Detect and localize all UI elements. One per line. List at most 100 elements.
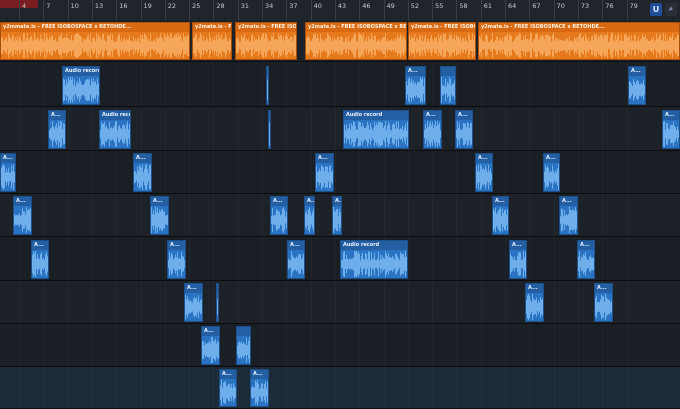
clip-label: A... — [458, 112, 468, 118]
audio-clip[interactable]: A... — [455, 110, 473, 149]
zoom-icon[interactable]: ⌕ — [665, 3, 677, 16]
audio-clip[interactable]: y2mate.is - F... — [192, 22, 232, 60]
audio-clip[interactable]: y2mate.is - FREE ISOBOSPACE... — [408, 22, 476, 60]
grid-line — [384, 367, 385, 408]
grid-line — [19, 238, 20, 280]
audio-clip[interactable]: A... — [594, 283, 613, 322]
snap-button[interactable]: U — [650, 3, 662, 16]
waveform — [305, 207, 314, 233]
grid-line — [238, 151, 239, 193]
timeline-ruler[interactable]: 4 7 10 13 16 19 22 25 28 31 34 37 40 43 46 49 52 55 58 61 64… — [0, 0, 680, 21]
clip-header[interactable] — [267, 67, 268, 76]
audio-clip[interactable]: A... — [492, 196, 509, 235]
clip-label: A... — [273, 198, 283, 204]
ruler-bar-number: 43 — [337, 2, 347, 10]
audio-clip[interactable]: A... — [133, 153, 152, 192]
audio-clip[interactable]: A... — [315, 153, 334, 192]
audio-clip[interactable]: A... — [150, 196, 169, 235]
ruler-bar-number: 76 — [605, 2, 614, 10]
audio-clip[interactable]: A... — [662, 110, 680, 149]
playlist-track-4[interactable]: A... A... A... A... A... — [0, 151, 680, 194]
audio-clip[interactable]: A... — [48, 110, 66, 149]
track-lane[interactable] — [0, 324, 680, 366]
track-lane[interactable] — [0, 367, 680, 408]
audio-clip[interactable]: Audio record — [62, 66, 100, 105]
playlist-track-2[interactable]: Audio record A... A... — [0, 64, 680, 107]
playlist-track-1[interactable]: y2mmate.is - FREE ISOBOSFACE x RETOHDE..… — [0, 20, 680, 62]
audio-clip[interactable] — [236, 326, 251, 365]
clip-header[interactable] — [269, 111, 270, 120]
waveform — [663, 121, 679, 147]
playlist-track-6[interactable]: A... A... A... Audio record A... A... — [0, 238, 680, 281]
audio-clip[interactable]: A... — [201, 326, 220, 365]
audio-clip[interactable]: Audio record — [343, 110, 409, 149]
playlist-track-5[interactable]: A... A... A... A... A... A... A... — [0, 194, 680, 237]
track-lane[interactable] — [0, 151, 680, 193]
audio-clip[interactable]: A... — [304, 196, 315, 235]
grid-line — [238, 367, 239, 408]
grid-line — [432, 64, 433, 106]
audio-clip[interactable] — [440, 66, 456, 105]
audio-clip[interactable]: Audio record — [99, 110, 131, 149]
grid-line — [408, 367, 409, 408]
grid-line — [92, 281, 93, 323]
grid-line — [602, 194, 603, 236]
clip-header[interactable] — [237, 327, 250, 336]
audio-clip[interactable]: A... — [405, 66, 426, 105]
audio-clip[interactable]: A... — [167, 240, 186, 279]
audio-clip[interactable]: A... — [270, 196, 288, 235]
grid-line — [238, 194, 239, 236]
grid-line — [165, 151, 166, 193]
audio-clip[interactable]: Audio record — [340, 240, 408, 279]
ruler-tick — [505, 0, 506, 20]
clip-header[interactable] — [441, 67, 455, 76]
playlist-track-3[interactable]: A... Audio record Audio record A... A... A... — [0, 108, 680, 151]
ruler-bar-number: 7 — [46, 2, 51, 10]
ruler-bar-number: 25 — [192, 2, 201, 10]
audio-clip[interactable]: A... — [509, 240, 527, 279]
grid-line — [578, 151, 579, 193]
audio-clip[interactable]: A... — [0, 153, 16, 192]
audio-clip[interactable]: y2mate.is - FREE ISOBOSPACE x RETOHDE... — [478, 22, 680, 60]
playlist-track-8[interactable]: A... — [0, 324, 680, 367]
audio-clip[interactable]: A... — [287, 240, 305, 279]
audio-clip[interactable]: A... — [559, 196, 578, 235]
audio-clip[interactable]: A... — [525, 283, 544, 322]
grid-line — [602, 64, 603, 106]
audio-clip[interactable]: A... — [184, 283, 203, 322]
waveform — [333, 207, 341, 233]
track-lane[interactable] — [0, 64, 680, 106]
audio-clip[interactable] — [216, 283, 219, 322]
clip-header[interactable] — [217, 284, 218, 293]
audio-clip[interactable]: A... — [332, 196, 342, 235]
grid-line — [359, 324, 360, 366]
playlist-track-7[interactable]: A... A... A... — [0, 281, 680, 324]
ruler-tick — [189, 0, 191, 20]
grid-line — [43, 194, 44, 236]
waveform — [217, 299, 218, 315]
audio-clip[interactable]: y2mmate.is - FREE ISOBOSFACE x RETOHDE..… — [0, 22, 190, 60]
grid-line — [578, 64, 579, 106]
audio-clip[interactable]: A... — [475, 153, 493, 192]
waveform — [578, 251, 594, 277]
audio-clip[interactable] — [268, 110, 271, 149]
playlist-track-9[interactable]: A... A... — [0, 367, 680, 409]
audio-clip[interactable]: y2mate.is - FREE ISOBOSPACE x RETOHDE... — [305, 22, 407, 60]
grid-line — [456, 151, 457, 193]
audio-clip[interactable]: y2mate.is - FREE ISOBOSPACE... — [235, 22, 297, 60]
clip-label: A... — [335, 198, 341, 204]
audio-clip[interactable]: A... — [31, 240, 49, 279]
grid-line — [189, 324, 190, 366]
audio-clip[interactable]: A... — [423, 110, 442, 149]
audio-clip[interactable]: A... — [628, 66, 646, 105]
waveform — [151, 206, 168, 234]
grid-line — [432, 324, 433, 366]
audio-clip[interactable] — [266, 66, 269, 105]
audio-clip[interactable]: A... — [250, 369, 269, 407]
audio-clip[interactable]: A... — [219, 369, 237, 407]
audio-clip[interactable]: A... — [543, 153, 560, 192]
audio-clip[interactable]: A... — [13, 196, 32, 235]
audio-clip[interactable]: A... — [577, 240, 595, 279]
track-lane[interactable] — [0, 281, 680, 323]
waveform — [100, 121, 130, 147]
